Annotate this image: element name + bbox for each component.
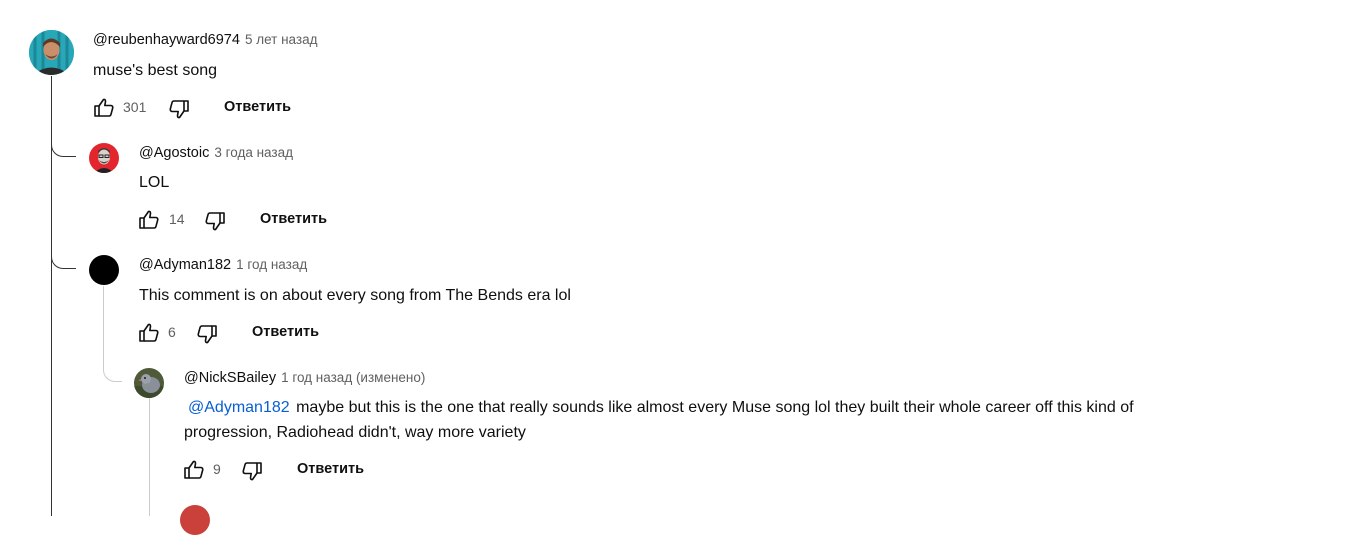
comment-time[interactable]: 1 год назад	[236, 257, 307, 272]
thumb-down-icon[interactable]	[167, 97, 191, 121]
comment-text: This comment is on about every song from…	[139, 287, 571, 304]
comment-time[interactable]: 3 года назад	[214, 145, 293, 160]
comment-text: @Adyman182 maybe but this is the one tha…	[184, 395, 1214, 445]
comment-body: maybe but this is the one that really so…	[184, 399, 1134, 441]
comment-text: LOL	[139, 174, 170, 191]
comment-author-line: @Agostoic 3 года назад	[139, 145, 293, 161]
comment-time[interactable]: 5 лет назад	[245, 32, 318, 47]
thumb-up-icon[interactable]	[182, 458, 206, 482]
thumb-up-icon[interactable]	[137, 321, 161, 345]
comment-author-line: @Adyman182 1 год назад	[139, 257, 307, 273]
thumb-up-icon[interactable]	[137, 208, 161, 232]
comment-author[interactable]: @Agostoic	[139, 145, 209, 161]
thread-connector-adyman	[51, 250, 76, 269]
thread-line-nicksbailey	[149, 398, 150, 516]
comment-author[interactable]: @Adyman182	[139, 257, 231, 273]
like-count: 301	[123, 99, 147, 115]
avatar-adyman182[interactable]	[89, 255, 119, 285]
avatar-agostoic[interactable]	[89, 143, 119, 173]
like-count: 14	[169, 211, 185, 227]
like-count: 6	[168, 324, 176, 340]
comment-author[interactable]: @NickSBailey	[184, 370, 276, 386]
like-count: 9	[213, 461, 221, 477]
avatar-next-reply[interactable]	[180, 505, 210, 535]
thumb-down-icon[interactable]	[240, 459, 264, 483]
thread-line-adyman	[103, 286, 104, 366]
comment-author-line: @NickSBailey 1 год назад (изменено)	[184, 370, 425, 386]
avatar-image	[134, 368, 164, 398]
reply-button[interactable]: Ответить	[297, 461, 364, 477]
comment-text: muse's best song	[93, 62, 218, 79]
comment-time[interactable]: 1 год назад (изменено)	[281, 370, 425, 385]
avatar-reubenhayward6974[interactable]	[29, 30, 74, 75]
reply-button[interactable]: Ответить	[260, 211, 327, 227]
avatar-image	[89, 143, 119, 173]
mention-link[interactable]: @Adyman182	[188, 399, 290, 416]
thumb-down-icon[interactable]	[203, 209, 227, 233]
thumb-down-icon[interactable]	[195, 322, 219, 346]
reply-button[interactable]: Ответить	[224, 99, 291, 115]
thumb-up-icon[interactable]	[92, 96, 116, 120]
comment-author[interactable]: @reubenhayward6974	[93, 32, 240, 48]
thread-connector-nicksbailey	[103, 362, 122, 382]
reply-button[interactable]: Ответить	[252, 324, 319, 340]
comment-author-line: @reubenhayward6974 5 лет назад	[93, 32, 317, 48]
avatar-image	[29, 30, 74, 75]
thread-connector-agostoic	[51, 138, 76, 157]
avatar-nicksbailey[interactable]	[134, 368, 164, 398]
